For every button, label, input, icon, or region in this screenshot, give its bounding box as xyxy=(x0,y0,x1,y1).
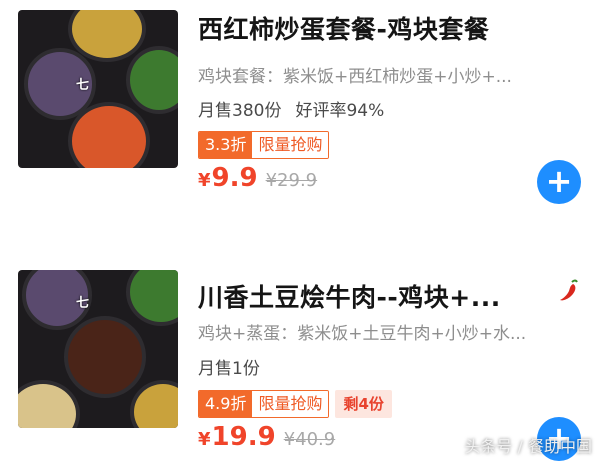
sales-info: 月售1份 xyxy=(198,354,260,379)
dish-title[interactable]: 西红柿炒蛋套餐-鸡块套餐 xyxy=(198,10,538,46)
rating: 好评率94% xyxy=(295,101,385,121)
plus-icon: + xyxy=(545,162,573,200)
dish-description: 鸡块+蒸蛋：紫米饭+土豆牛肉+小炒+水... xyxy=(198,324,527,344)
flash-sale-label: 限量抢购 xyxy=(252,391,329,417)
discount-tag: 3.3折 限量抢购 xyxy=(198,131,330,159)
price-row: ¥9.9 ¥29.9 xyxy=(198,163,317,193)
current-price: ¥9.9 xyxy=(198,163,258,193)
discount-label: 3.3折 xyxy=(199,132,253,158)
add-to-cart-button[interactable]: + xyxy=(537,160,581,204)
menu-item[interactable]: 七 西红柿炒蛋套餐-鸡块套餐 鸡块套餐：紫米饭+西红柿炒蛋+小炒+... 月售3… xyxy=(0,0,600,230)
watermark: 头条号 / 餐助中国 xyxy=(464,437,592,456)
dish-title[interactable]: 川香土豆烩牛肉--鸡块+... xyxy=(198,278,528,314)
promo-tags: 3.3折 限量抢购 xyxy=(198,131,330,161)
sales-info: 月售380份 好评率94% xyxy=(198,96,384,121)
dish-description: 鸡块套餐：紫米饭+西红柿炒蛋+小炒+... xyxy=(198,67,512,87)
promo-tags: 4.9折 限量抢购 剩4份 xyxy=(198,390,392,420)
flash-sale-label: 限量抢购 xyxy=(252,132,329,158)
dish-image[interactable]: 七 xyxy=(18,10,178,168)
discount-tag: 4.9折 限量抢购 xyxy=(198,390,330,418)
original-price: ¥29.9 xyxy=(265,170,318,191)
discount-label: 4.9折 xyxy=(199,391,253,417)
monthly-sales: 月售380份 xyxy=(198,101,282,121)
current-price: ¥19.9 xyxy=(198,422,276,452)
stock-left-badge: 剩4份 xyxy=(335,390,392,418)
monthly-sales: 月售1份 xyxy=(198,359,260,379)
original-price: ¥40.9 xyxy=(283,429,336,450)
price-row: ¥19.9 ¥40.9 xyxy=(198,422,335,452)
chili-pepper-icon xyxy=(560,279,578,301)
dish-image[interactable]: 七 xyxy=(18,270,178,428)
